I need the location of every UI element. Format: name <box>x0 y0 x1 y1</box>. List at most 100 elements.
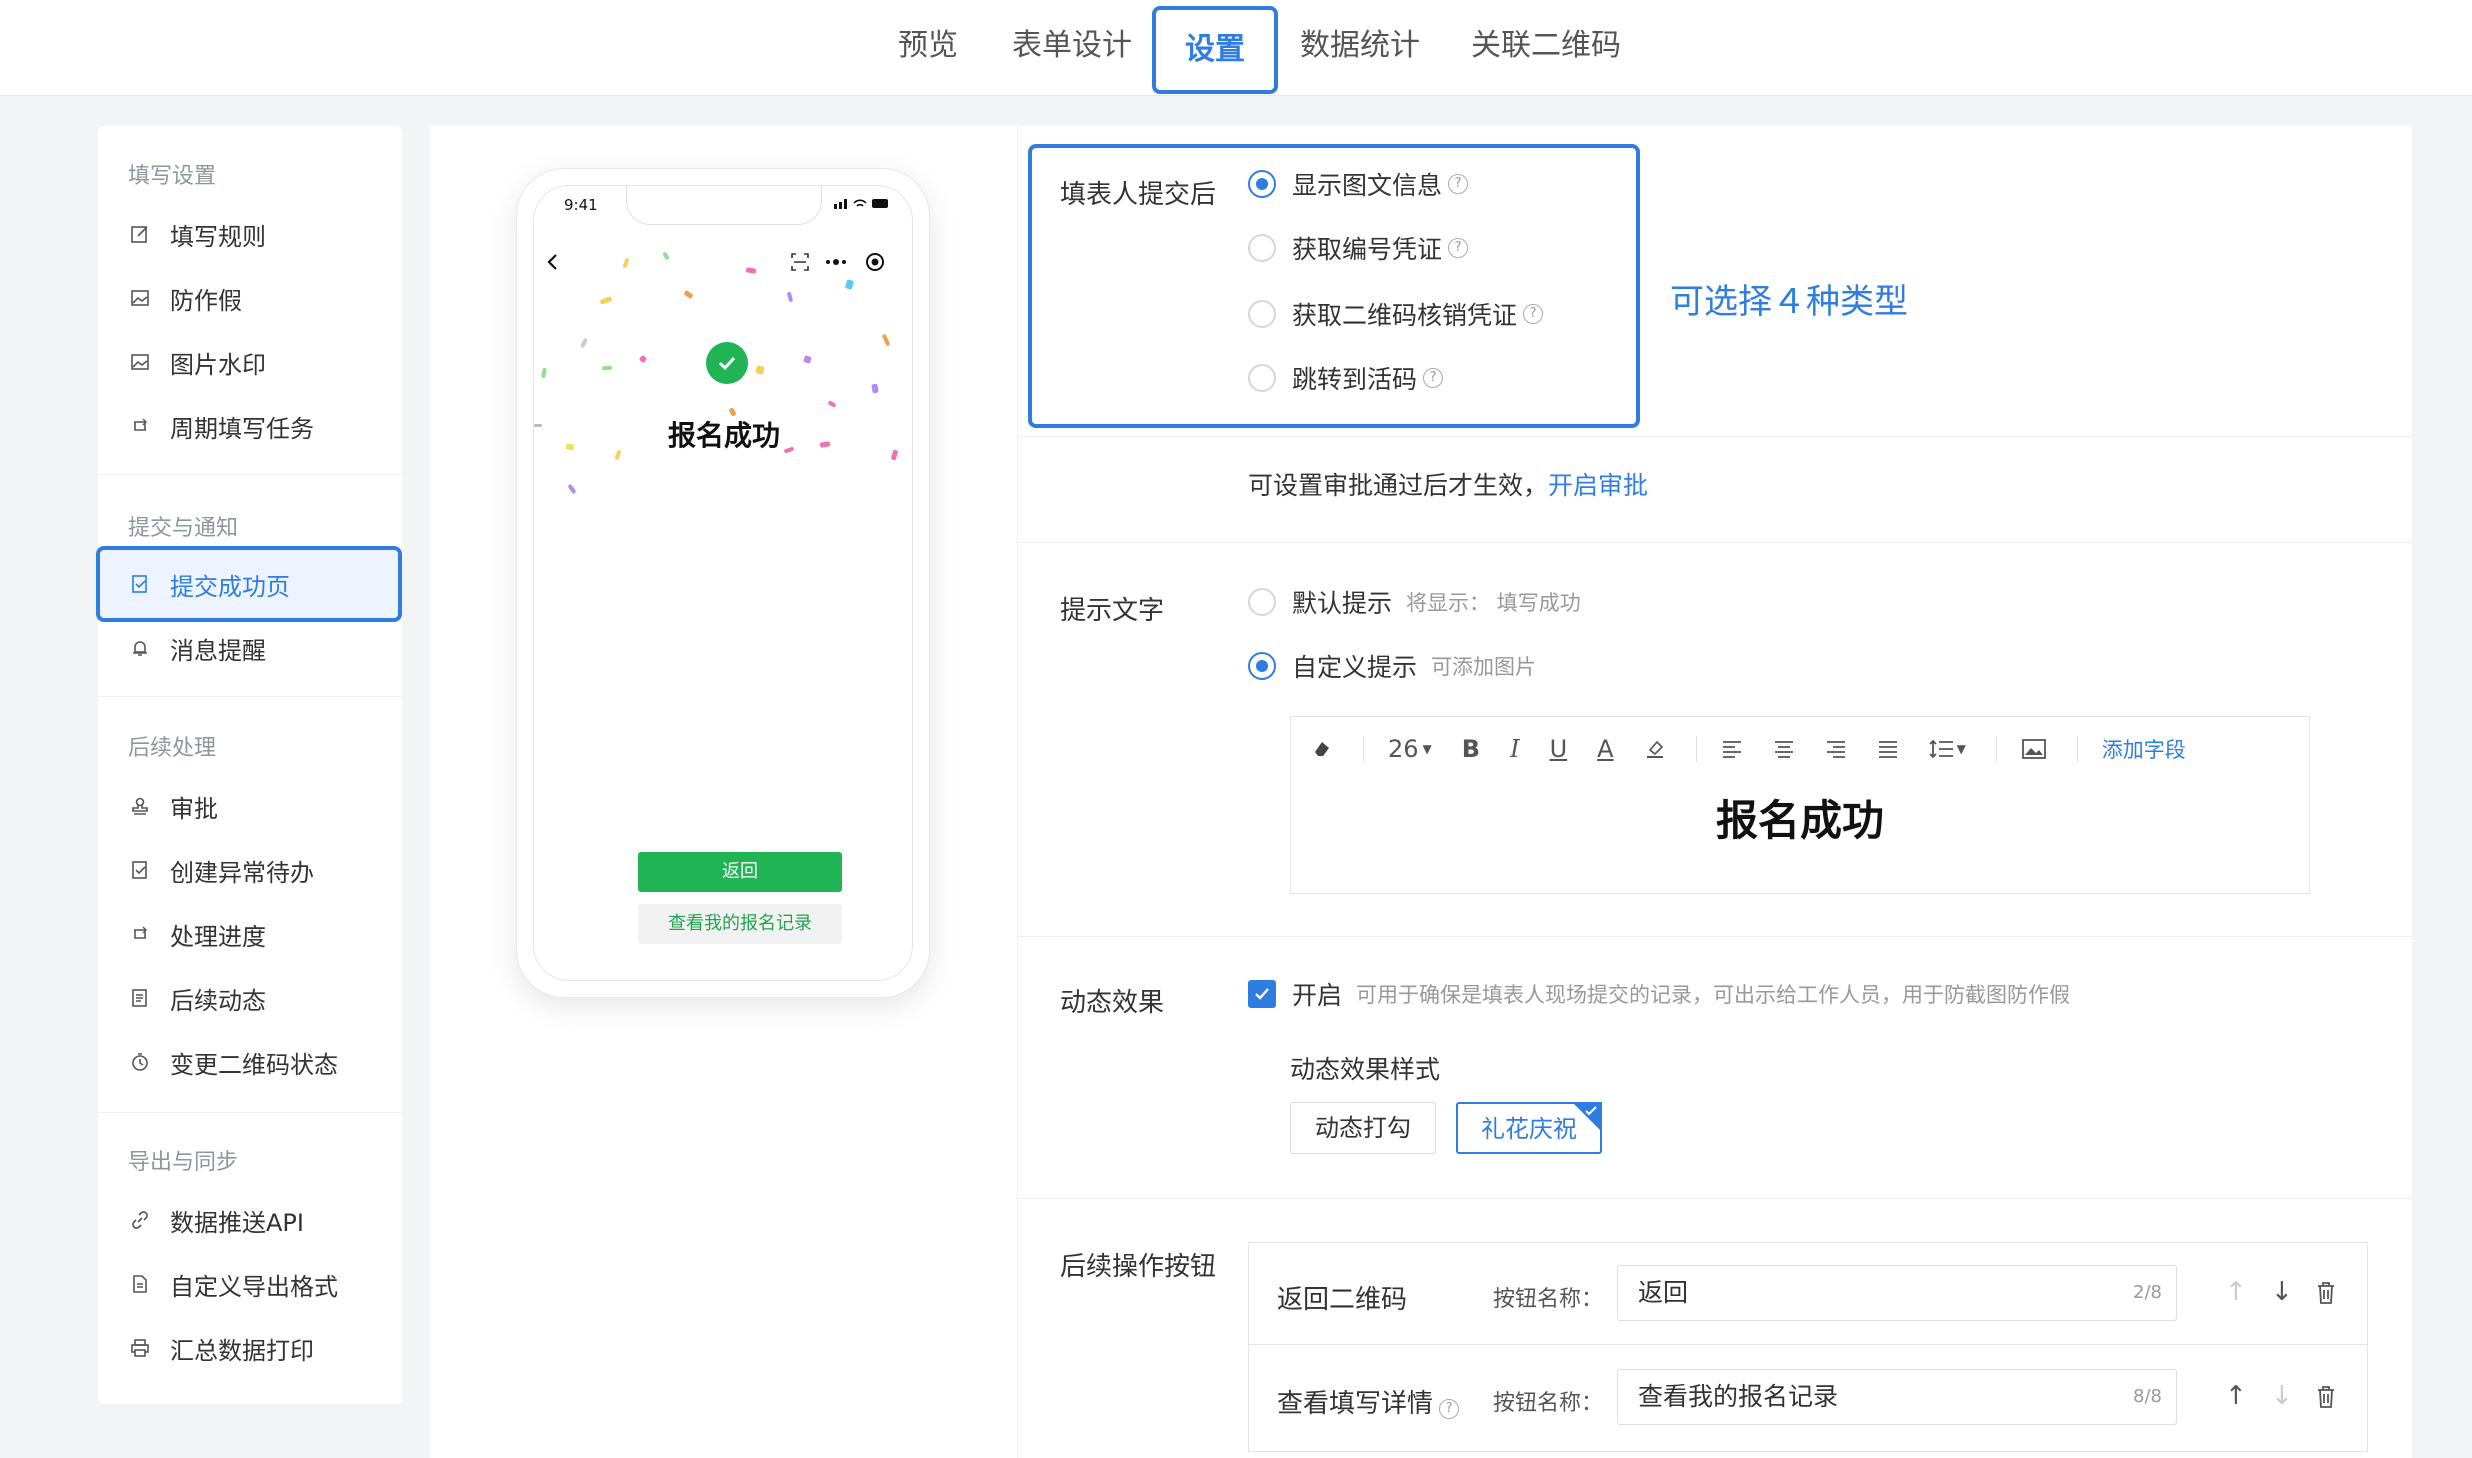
add-field-button[interactable]: 添加字段 <box>2102 734 2186 764</box>
tab-stats[interactable]: 数据统计 <box>1296 18 1424 74</box>
sidebar-item-label: 变更二维码状态 <box>170 1050 338 1079</box>
phone-records-button[interactable]: 查看我的报名记录 <box>638 904 842 944</box>
option-show-info[interactable]: 显示图文信息 ? <box>1248 166 1469 202</box>
radio-unchecked[interactable] <box>1248 588 1276 616</box>
move-up-icon[interactable]: ↑ <box>2225 1277 2247 1307</box>
checkbox-checked[interactable] <box>1248 980 1276 1008</box>
option-label: 自定义提示 <box>1292 653 1418 682</box>
align-justify-icon[interactable] <box>1877 739 1899 759</box>
effect-style-check[interactable]: 动态打勾 <box>1290 1102 1436 1154</box>
sidebar-item-label: 提交成功页 <box>170 572 290 601</box>
radio-unchecked[interactable] <box>1248 300 1276 328</box>
sidebar-item-label: 汇总数据打印 <box>170 1336 314 1365</box>
sidebar-item-label: 自定义导出格式 <box>170 1272 338 1301</box>
enable-approval-link[interactable]: 开启审批 <box>1548 466 1648 502</box>
confetti-piece <box>871 383 879 394</box>
editor-content[interactable]: 报名成功 <box>1291 781 2309 893</box>
option-label: 获取编号凭证 <box>1292 235 1443 264</box>
sidebar-item-label: 防作假 <box>170 286 242 315</box>
button-name-input[interactable]: 返回 2/8 <box>1617 1265 2177 1321</box>
radio-checked[interactable] <box>1248 170 1276 198</box>
trash-icon[interactable] <box>2315 1385 2337 1409</box>
char-count: 8/8 <box>2133 1386 2162 1407</box>
move-down-icon[interactable]: ↓ <box>2271 1277 2293 1307</box>
option-number-voucher[interactable]: 获取编号凭证 ? <box>1248 230 1469 266</box>
align-left-icon[interactable] <box>1721 739 1743 759</box>
sidebar-item-label: 处理进度 <box>170 922 266 951</box>
bold-icon[interactable]: B <box>1462 735 1480 763</box>
tab-settings[interactable]: 设置 <box>1152 6 1278 94</box>
button-name-input[interactable]: 查看我的报名记录 8/8 <box>1617 1369 2177 1425</box>
radio-checked[interactable] <box>1248 652 1276 680</box>
font-size-select[interactable]: 26 ▼ <box>1388 735 1432 763</box>
option-custom-tip[interactable]: 自定义提示 可添加图片 <box>1248 648 1536 684</box>
option-label: 显示图文信息 <box>1292 171 1443 200</box>
sidebar-item-progress[interactable]: 处理进度 <box>128 914 266 954</box>
sidebar-item-notify[interactable]: 消息提醒 <box>128 628 266 668</box>
success-title: 报名成功 <box>667 419 780 452</box>
effect-label: 动态效果 <box>1060 988 1165 1018</box>
option-default-tip[interactable]: 默认提示 将显示： 填写成功 <box>1248 584 1581 620</box>
help-icon[interactable]: ? <box>1423 368 1444 388</box>
divider <box>1363 736 1364 762</box>
button-type-name: 返回二维码 <box>1277 1285 1408 1315</box>
effect-style-confetti[interactable]: 礼花庆祝 <box>1456 1102 1602 1154</box>
trash-icon[interactable] <box>2315 1281 2337 1305</box>
top-tab-bar: 预览 表单设计 设置 数据统计 关联二维码 <box>0 0 2472 96</box>
scan-icon[interactable] <box>790 252 810 272</box>
confetti-piece <box>786 291 794 303</box>
tab-preview[interactable]: 预览 <box>888 18 968 74</box>
more-icon[interactable] <box>824 252 848 272</box>
image-icon <box>128 286 152 310</box>
tab-form-design[interactable]: 表单设计 <box>1008 18 1136 74</box>
status-time: 9:41 <box>564 196 598 214</box>
effect-enable-label: 开启 <box>1292 981 1343 1010</box>
sidebar-item-label: 填写规则 <box>170 222 266 251</box>
eraser-icon[interactable] <box>1311 738 1333 760</box>
option-label: 获取二维码核销凭证 <box>1292 301 1518 330</box>
move-up-icon[interactable]: ↑ <box>2225 1381 2247 1411</box>
effect-enable-row[interactable]: 开启 可用于确保是填表人现场提交的记录，可出示给工作人员，用于防截图防作假 <box>1248 976 2070 1012</box>
clock-icon <box>128 1050 152 1074</box>
tab-qrcode[interactable]: 关联二维码 <box>1468 18 1624 74</box>
insert-image-icon[interactable] <box>2021 738 2047 760</box>
move-down-icon[interactable]: ↓ <box>2271 1381 2293 1411</box>
confetti-piece <box>881 333 891 347</box>
help-icon[interactable]: ? <box>1448 238 1469 258</box>
group-title-fill: 填写设置 <box>128 164 217 189</box>
file-icon <box>128 1272 152 1296</box>
align-right-icon[interactable] <box>1825 739 1847 759</box>
sidebar-item-anti-fake[interactable]: 防作假 <box>128 278 242 318</box>
help-icon[interactable]: ? <box>1523 304 1544 324</box>
radio-unchecked[interactable] <box>1248 364 1276 392</box>
sidebar-item-label: 消息提醒 <box>170 636 266 665</box>
divider <box>1018 436 2412 437</box>
sidebar-item-approval[interactable]: 审批 <box>128 786 218 826</box>
sidebar-item-fill-rules[interactable]: 填写规则 <box>128 214 266 254</box>
italic-icon[interactable]: I <box>1510 735 1519 763</box>
sidebar-item-periodic[interactable]: 周期填写任务 <box>128 406 314 446</box>
help-icon[interactable]: ? <box>1439 1399 1460 1419</box>
phone-return-button[interactable]: 返回 <box>638 852 842 892</box>
back-icon[interactable] <box>544 252 562 272</box>
option-qr-voucher[interactable]: 获取二维码核销凭证 ? <box>1248 296 1544 332</box>
sidebar-item-print[interactable]: 汇总数据打印 <box>128 1328 314 1368</box>
divider <box>1695 736 1697 762</box>
highlight-icon[interactable] <box>1644 738 1666 760</box>
help-icon[interactable]: ? <box>1448 174 1469 194</box>
sidebar-item-watermark[interactable]: 图片水印 <box>128 342 266 382</box>
sidebar-item-export-format[interactable]: 自定义导出格式 <box>128 1264 338 1304</box>
font-color-icon[interactable]: A <box>1597 735 1613 763</box>
sidebar-item-push-api[interactable]: 数据推送API <box>128 1200 304 1240</box>
sidebar-item-exception[interactable]: 创建异常待办 <box>128 850 314 890</box>
sidebar-item-dynamic[interactable]: 后续动态 <box>128 978 266 1018</box>
table-row: 查看填写详情? 按钮名称： 查看我的报名记录 8/8 ↑ ↓ <box>1249 1347 2367 1449</box>
close-capsule-icon[interactable] <box>864 251 886 273</box>
sidebar-item-success-page[interactable]: 提交成功页 <box>128 564 290 604</box>
line-height-icon[interactable]: ▼ <box>1928 738 1966 760</box>
option-live-code[interactable]: 跳转到活码 ? <box>1248 360 1444 396</box>
sidebar-item-change-qr[interactable]: 变更二维码状态 <box>128 1042 338 1082</box>
radio-unchecked[interactable] <box>1248 234 1276 262</box>
underline-icon[interactable]: U <box>1550 735 1568 763</box>
align-center-icon[interactable] <box>1773 739 1795 759</box>
